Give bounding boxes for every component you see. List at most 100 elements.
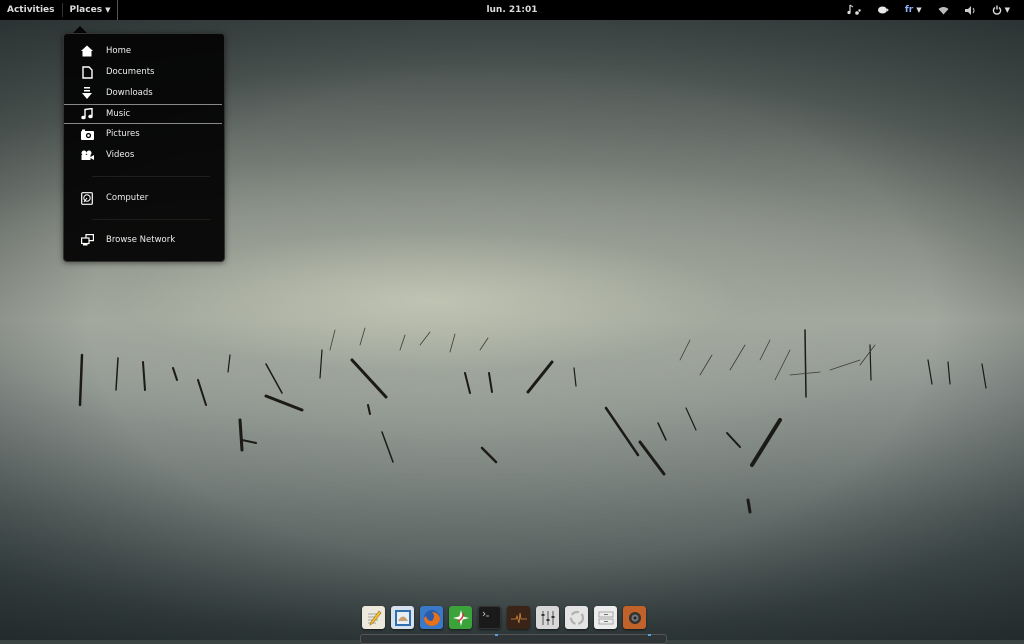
wallpaper-branch (638, 440, 666, 476)
wallpaper-twig (479, 337, 489, 351)
chevron-down-icon: ▼ (916, 6, 922, 14)
menu-item-label: Videos (106, 150, 135, 160)
wallpaper-twig (359, 327, 366, 346)
places-menu: Home Documents Downloads Music Pictures … (63, 33, 225, 262)
wallpaper-branch (78, 353, 84, 407)
wifi-icon[interactable] (930, 0, 957, 20)
wallpaper-branch (981, 363, 987, 389)
firefox-icon (423, 609, 440, 626)
wallpaper-branch (319, 349, 323, 379)
wallpaper-branch (264, 394, 304, 412)
dock-app-terminal[interactable] (478, 606, 501, 629)
wallpaper-branch (526, 360, 554, 394)
wallpaper-branch (241, 439, 257, 444)
harddisk-icon (80, 191, 94, 205)
wallpaper-branch (142, 361, 146, 391)
menu-item-label: Computer (106, 193, 149, 203)
coffee-cup-icon[interactable] (869, 0, 897, 20)
dock-app-mixer-settings[interactable] (536, 606, 559, 629)
menu-item-home[interactable]: Home (76, 41, 216, 61)
menu-item-label: Home (106, 46, 132, 56)
document-icon (80, 65, 94, 79)
text-editor-icon (367, 610, 381, 626)
dock (362, 606, 662, 636)
wallpaper-branch (573, 367, 577, 387)
wallpaper-branch (172, 367, 178, 381)
wallpaper-twig (329, 329, 336, 351)
menu-separator (92, 219, 210, 220)
dock-app-speaker-player[interactable] (623, 606, 646, 629)
menu-item-music[interactable]: Music (64, 104, 222, 124)
file-cabinet-icon (598, 611, 613, 624)
mixer-icon (541, 610, 554, 625)
home-icon (80, 44, 94, 58)
wallpaper-branch (480, 446, 498, 464)
wallpaper-twig (679, 339, 691, 361)
menu-item-label: Pictures (106, 129, 140, 139)
download-icon (80, 86, 94, 100)
network-icon (80, 233, 94, 247)
wallpaper-branch (657, 422, 667, 441)
volume-icon[interactable] (957, 0, 984, 20)
wallpaper-branch (927, 359, 933, 385)
menu-item-computer[interactable]: Computer (76, 188, 216, 208)
wallpaper-branch (227, 354, 231, 373)
wallpaper-branch (265, 363, 283, 394)
keyboard-layout-indicator[interactable]: fr ▼ (897, 0, 930, 20)
wallpaper-branch (115, 357, 119, 391)
wallpaper-twig (729, 344, 746, 371)
wallpaper-twig (699, 354, 713, 376)
keyboard-layout-label: fr (904, 5, 914, 15)
wallpaper-twig (829, 359, 861, 371)
wallpaper-twig (419, 331, 431, 346)
menu-item-documents[interactable]: Documents (76, 62, 216, 82)
wallpaper-branch (746, 498, 752, 514)
menu-item-browse-network[interactable]: Browse Network (76, 230, 216, 250)
video-camera-icon (80, 148, 94, 162)
recycle-icon (569, 610, 584, 625)
wallpaper-twig (449, 333, 456, 353)
wallpaper-branch (750, 418, 782, 467)
places-menu-button[interactable]: Places ▼ (63, 0, 119, 20)
menu-item-label: Music (106, 109, 131, 119)
music-notes-icon[interactable] (839, 0, 869, 20)
mail-icon (394, 609, 411, 626)
menu-item-label: Downloads (106, 88, 153, 98)
wallpaper-twig (399, 334, 406, 351)
wallpaper-branch (804, 329, 807, 398)
dock-app-compass-browser[interactable] (449, 606, 472, 629)
wallpaper-branch (685, 407, 697, 431)
dock-app-trash[interactable] (565, 606, 588, 629)
activities-button[interactable]: Activities (0, 0, 62, 20)
wallpaper-branch (350, 358, 388, 399)
system-tray: fr ▼ ▼ (839, 0, 1018, 20)
wallpaper-branch (197, 379, 207, 406)
menu-item-pictures[interactable]: Pictures (76, 124, 216, 144)
camera-icon (80, 127, 94, 141)
dock-app-text-editor[interactable] (362, 606, 385, 629)
top-panel: Activities Places ▼ lun. 21:01 fr ▼ ▼ (0, 0, 1024, 20)
wallpaper-twig (859, 344, 876, 366)
dock-app-file-cabinet[interactable] (594, 606, 617, 629)
wallpaper-branch (726, 432, 741, 448)
dock-app-system-monitor[interactable] (507, 606, 530, 629)
dock-app-firefox[interactable] (420, 606, 443, 629)
wallpaper-branch (381, 431, 394, 463)
menu-item-downloads[interactable]: Downloads (76, 83, 216, 103)
menu-item-label: Browse Network (106, 235, 176, 245)
wallpaper-branch (604, 406, 640, 457)
power-icon[interactable]: ▼ (984, 0, 1018, 20)
clock-button[interactable]: lun. 21:01 (486, 5, 537, 15)
wallpaper-branch (488, 372, 493, 393)
music-icon (80, 107, 94, 121)
wallpaper-branch (947, 361, 951, 385)
menu-item-videos[interactable]: Videos (76, 145, 216, 165)
chevron-down-icon: ▼ (1004, 6, 1010, 14)
system-monitor-icon (510, 612, 527, 623)
activities-label: Activities (7, 5, 55, 15)
terminal-icon (482, 611, 489, 616)
dock-app-mail[interactable] (391, 606, 414, 629)
chevron-down-icon: ▼ (105, 6, 111, 14)
wallpaper-branch (367, 404, 371, 415)
wallpaper-branch (238, 418, 244, 452)
